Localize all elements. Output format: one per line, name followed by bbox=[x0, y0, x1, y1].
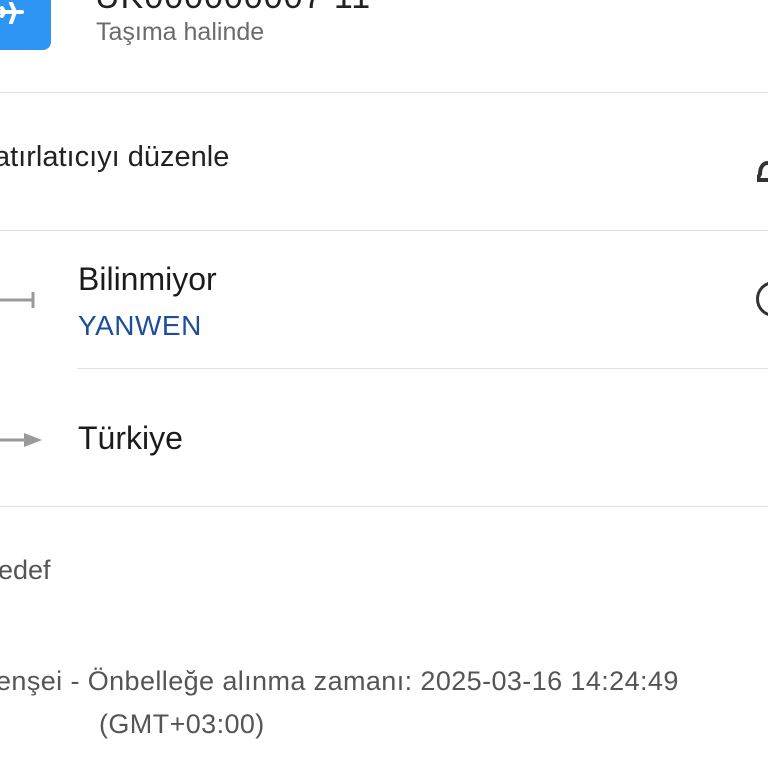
divider bbox=[77, 368, 768, 369]
origin-title: Bilinmiyor bbox=[78, 261, 217, 297]
departure-line-icon bbox=[0, 292, 35, 308]
edit-reminder-label: atırlatıcıyı düzenle bbox=[0, 141, 230, 173]
destination-title: Türkiye bbox=[78, 420, 183, 456]
bell-icon bbox=[757, 161, 768, 182]
target-section-label: edef bbox=[0, 555, 51, 585]
divider bbox=[0, 230, 768, 231]
carrier-link[interactable]: YANWEN bbox=[78, 310, 202, 342]
cache-timezone-text: (GMT+03:00) bbox=[99, 709, 265, 739]
divider bbox=[0, 92, 768, 93]
shipment-detail-screen: UK000000007 11 Taşıma halinde atırlatıcı… bbox=[0, 0, 768, 768]
tracking-number: UK000000007 11 bbox=[95, 0, 371, 17]
airplane-icon bbox=[0, 0, 51, 50]
divider bbox=[0, 506, 768, 507]
help-circle-icon[interactable] bbox=[756, 281, 768, 317]
shipment-status: Taşıma halinde bbox=[96, 18, 265, 46]
arrival-arrow-icon bbox=[0, 433, 42, 447]
cache-time-text: enşei - Önbelleğe alınma zamanı: 2025-03… bbox=[0, 666, 679, 696]
